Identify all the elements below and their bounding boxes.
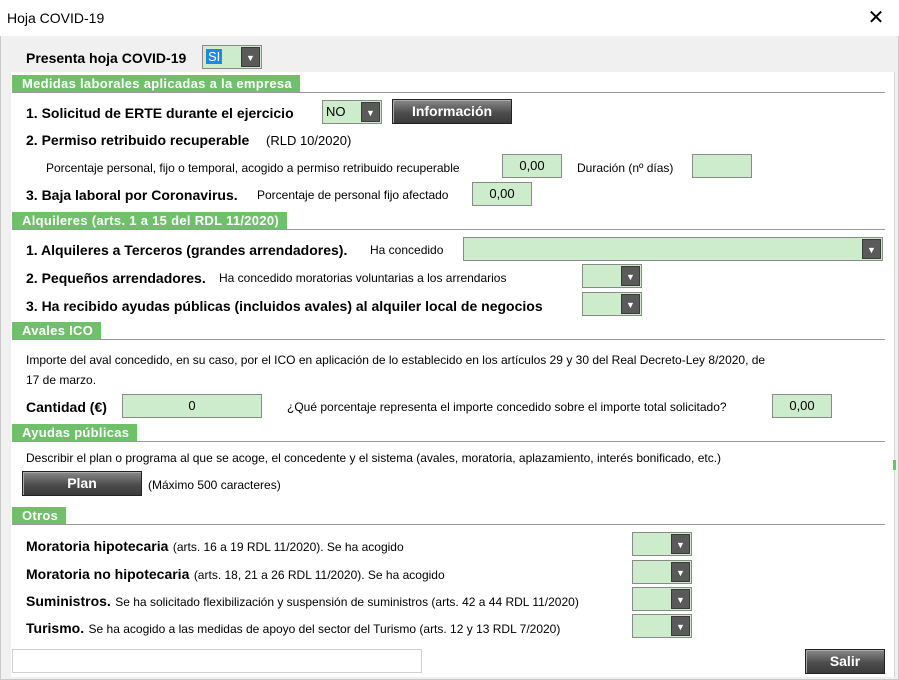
presenta-select[interactable]: SI ▼: [202, 45, 262, 69]
window-title: Hoja COVID-19: [7, 10, 105, 26]
terceros-label: 1. Alquileres a Terceros (grandes arrend…: [26, 242, 348, 258]
moratoria-no-hipotecaria-row: Moratoria no hipotecaria (arts. 18, 21 a…: [26, 566, 445, 584]
baja-label: 3. Baja laboral por Coronavirus.: [26, 187, 238, 203]
erte-select[interactable]: NO ▼: [322, 100, 382, 124]
divider: [12, 92, 885, 93]
moratoria-no-hipotecaria-desc: (arts. 18, 21 a 26 RDL 11/2020). Se ha a…: [193, 568, 445, 582]
section-avales-ico: Avales ICO: [12, 322, 102, 339]
turismo-select[interactable]: ▼: [632, 614, 692, 638]
ayudas-alquiler-select[interactable]: ▼: [582, 292, 642, 316]
chevron-down-icon[interactable]: ▼: [671, 562, 690, 582]
permiso-ref: (RLD 10/2020): [266, 133, 352, 148]
avales-desc-line1: Importe del aval concedido, en su caso, …: [26, 353, 766, 367]
divider: [12, 441, 885, 442]
moratoria-hipotecaria-title: Moratoria hipotecaria: [26, 538, 169, 554]
permiso-label: 2. Permiso retribuido recuperable: [26, 132, 250, 148]
turismo-desc: Se ha acogido a las medidas de apoyo del…: [88, 622, 561, 636]
duracion-label: Duración (nº días): [577, 161, 674, 175]
moratoria-no-hipotecaria-title: Moratoria no hipotecaria: [26, 566, 190, 582]
chevron-down-icon[interactable]: ▼: [862, 239, 881, 259]
terceros-sub-label: Ha concedido: [370, 243, 444, 257]
section-ayudas-publicas: Ayudas públicas: [12, 424, 138, 441]
chevron-down-icon[interactable]: ▼: [671, 589, 690, 609]
moratoria-hipotecaria-desc: (arts. 16 a 19 RDL 11/2020). Se ha acogi…: [172, 540, 404, 554]
baja-sub-label: Porcentaje de personal fijo afectado: [257, 188, 449, 202]
chevron-down-icon[interactable]: ▼: [671, 616, 690, 636]
baja-field[interactable]: 0,00: [472, 182, 532, 206]
cantidad-label: Cantidad (€): [26, 399, 107, 415]
porcentaje-permiso-field[interactable]: 0,00: [502, 154, 562, 178]
plan-max-note: (Máximo 500 caracteres): [148, 478, 281, 492]
ayudas-alquiler-label: 3. Ha recibido ayudas públicas (incluido…: [26, 298, 543, 314]
suministros-desc: Se ha solicitado flexibilización y suspe…: [115, 595, 579, 609]
status-field[interactable]: [12, 649, 422, 673]
erte-value: NO: [326, 104, 346, 119]
close-icon[interactable]: ✕: [863, 4, 889, 32]
divider: [12, 524, 885, 525]
salir-button[interactable]: Salir: [805, 649, 885, 674]
porcentaje-aval-label: ¿Qué porcentaje representa el importe co…: [287, 400, 727, 414]
duracion-field[interactable]: [692, 154, 752, 178]
section-alquileres: Alquileres (arts. 1 a 15 del RDL 11/2020…: [12, 212, 288, 229]
suministros-row: Suministros. Se ha solicitado flexibiliz…: [26, 593, 579, 611]
section-otros: Otros: [12, 507, 67, 524]
porcentaje-aval-field[interactable]: 0,00: [772, 394, 832, 418]
suministros-select[interactable]: ▼: [632, 587, 692, 611]
informacion-button[interactable]: Información: [392, 99, 512, 124]
title-bar: Hoja COVID-19 ✕: [0, 0, 899, 36]
chevron-down-icon[interactable]: ▼: [361, 102, 380, 122]
turismo-title: Turismo.: [26, 620, 85, 636]
avales-desc-line2: 17 de marzo.: [26, 373, 97, 387]
presenta-label: Presenta hoja COVID-19: [26, 50, 187, 66]
erte-label: 1. Solicitud de ERTE durante el ejercici…: [26, 105, 294, 121]
scroll-marker: [893, 460, 896, 470]
terceros-select[interactable]: ▼: [463, 237, 883, 261]
chevron-down-icon[interactable]: ▼: [621, 294, 640, 314]
plan-button[interactable]: Plan: [22, 471, 142, 496]
chevron-down-icon[interactable]: ▼: [241, 47, 260, 67]
pequenos-label: 2. Pequeños arrendadores.: [26, 270, 206, 286]
pequenos-sub-label: Ha concedido moratorias voluntarias a lo…: [219, 271, 507, 285]
chevron-down-icon[interactable]: ▼: [671, 534, 690, 554]
ayudas-desc: Describir el plan o programa al que se a…: [26, 451, 722, 465]
divider: [12, 339, 885, 340]
suministros-title: Suministros.: [26, 593, 111, 609]
cantidad-field[interactable]: 0: [122, 394, 262, 418]
presenta-value: SI: [206, 49, 223, 64]
divider: [12, 229, 885, 230]
moratoria-no-hipotecaria-select[interactable]: ▼: [632, 560, 692, 584]
section-medidas-laborales: Medidas laborales aplicadas a la empresa: [12, 75, 300, 92]
pequenos-select[interactable]: ▼: [582, 264, 642, 288]
chevron-down-icon[interactable]: ▼: [621, 266, 640, 286]
turismo-row: Turismo. Se ha acogido a las medidas de …: [26, 620, 560, 638]
moratoria-hipotecaria-select[interactable]: ▼: [632, 532, 692, 556]
moratoria-hipotecaria-row: Moratoria hipotecaria (arts. 16 a 19 RDL…: [26, 538, 404, 556]
porcentaje-permiso-label: Porcentaje personal, fijo o temporal, ac…: [46, 161, 460, 175]
